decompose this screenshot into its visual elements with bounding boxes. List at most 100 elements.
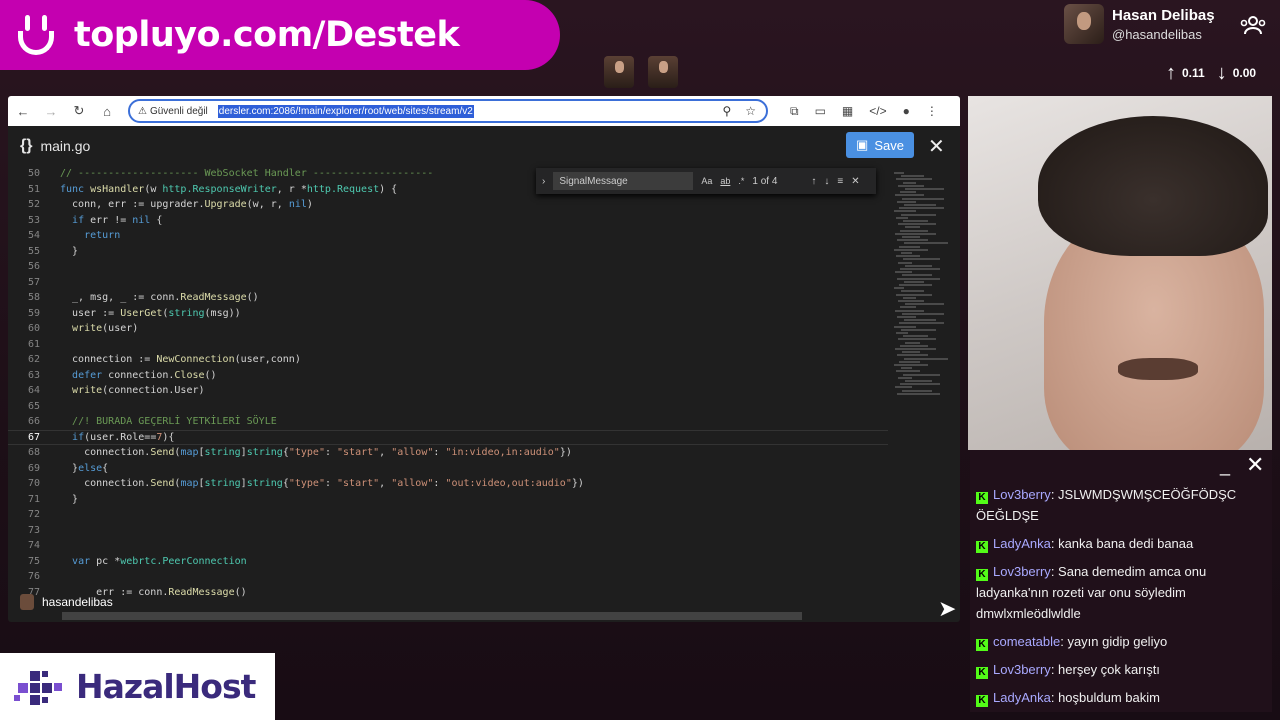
code-line[interactable]: 56 — [8, 259, 888, 275]
code-line[interactable]: 66 //! BURADA GEÇERLİ YETKİLERİ SÖYLE — [8, 414, 888, 430]
whole-word-toggle[interactable]: ab — [720, 176, 730, 186]
back-icon[interactable]: ← — [16, 104, 30, 119]
chat-panel: _ ✕ K Lov3berry: JSLWMDŞWMŞCEÖĞFÖDŞC ÖEĞL… — [970, 450, 1272, 712]
chat-username[interactable]: Lov3berry — [993, 662, 1051, 677]
code-line[interactable]: 67 if(user.Role==7){ — [8, 429, 888, 445]
close-chat-icon[interactable]: ✕ — [1246, 452, 1264, 478]
kick-badge-icon: K — [976, 569, 988, 581]
devtools-icon[interactable]: </> — [869, 104, 886, 119]
code-line[interactable]: 60 write(user) — [8, 321, 888, 337]
code-line[interactable]: 76 — [8, 569, 888, 585]
code-line[interactable]: 52 conn, err := upgrader.Upgrade(w, r, n… — [8, 197, 888, 213]
save-button[interactable]: ▣ Save — [846, 132, 914, 158]
chat-username[interactable]: comeatable — [993, 634, 1060, 649]
line-text: //! BURADA GEÇERLİ YETKİLERİ SÖYLE — [72, 416, 277, 428]
close-editor-icon[interactable]: ✕ — [928, 134, 945, 159]
next-match-icon[interactable]: ↓ — [824, 176, 829, 187]
code-line[interactable]: 77 err := conn.ReadMessage() — [8, 585, 888, 601]
bookmark-star-icon[interactable]: ☆ — [745, 104, 756, 118]
line-number: 72 — [27, 509, 40, 521]
chat-username[interactable]: Lov3berry — [993, 564, 1051, 579]
warning-icon: ⚠ — [138, 105, 147, 117]
code-line[interactable]: 53 if err != nil { — [8, 213, 888, 229]
streamer-label: hasandelibas — [20, 594, 113, 610]
line-number: 63 — [27, 369, 40, 381]
chat-message: Kcomeatable: yayın gidip geliyo — [970, 629, 1272, 657]
horizontal-scrollbar[interactable] — [62, 612, 802, 620]
code-line[interactable]: 57 — [8, 275, 888, 291]
security-indicator[interactable]: ⚠ Güvenli değil — [138, 106, 212, 117]
line-text: connection := NewConnection(user,conn) — [60, 354, 301, 366]
line-text: connection.Send(map[string]string{"type"… — [60, 447, 572, 459]
code-line[interactable]: 73 — [8, 523, 888, 539]
code-line[interactable]: 70 connection.Send(map[string]string{"ty… — [8, 476, 888, 492]
minimize-chat-icon[interactable]: _ — [1220, 456, 1230, 477]
download-arrow-icon: ↓ — [1216, 62, 1227, 84]
minimap-line — [894, 325, 916, 328]
chat-username[interactable]: LadyAnka — [993, 690, 1051, 705]
code-line[interactable]: 72 — [8, 507, 888, 523]
reload-icon[interactable]: ↻ — [72, 103, 86, 119]
kick-badge-icon: K — [976, 492, 988, 504]
account-icon[interactable]: ● — [903, 104, 910, 119]
code-line[interactable]: 55 } — [8, 244, 888, 260]
find-in-selection-icon[interactable]: ≡ — [837, 176, 843, 187]
zoom-icon[interactable]: ⚲ — [722, 104, 731, 118]
menu-icon[interactable]: ⋮ — [926, 104, 938, 119]
minimap-line — [901, 213, 936, 216]
line-number: 56 — [27, 261, 40, 273]
chat-username[interactable]: LadyAnka — [993, 536, 1051, 551]
minimap-line — [900, 383, 940, 386]
minimap-line — [898, 338, 936, 341]
browser-window: ← → ↻ ⌂ ⚠ Güvenli değil dersler.com:2086… — [8, 96, 960, 622]
minimap-line — [897, 200, 916, 203]
previous-match-icon[interactable]: ↑ — [811, 176, 816, 187]
code-line[interactable]: 58 _, msg, _ := conn.ReadMessage() — [8, 290, 888, 306]
code-editor[interactable]: 50 // -------------------- WebSocket Hand… — [8, 166, 888, 616]
match-case-toggle[interactable]: Aa — [701, 176, 712, 186]
close-find-icon[interactable]: ✕ — [851, 176, 859, 187]
expand-replace-icon[interactable]: › — [542, 176, 545, 187]
code-line[interactable]: 59 user := UserGet(string(msg)) — [8, 306, 888, 322]
chat-message: K Lov3berry: Sana demedim amca onu ladyan… — [976, 564, 1207, 621]
minimap-line — [897, 392, 940, 395]
code-line[interactable]: 65 — [8, 399, 888, 415]
avatar — [1064, 4, 1104, 44]
minimap-line — [901, 328, 936, 331]
url-text[interactable]: dersler.com:2086/!main/explorer/root/web… — [217, 104, 474, 118]
home-icon[interactable]: ⌂ — [100, 104, 114, 119]
chat-text: kanka bana dedi banaa — [1058, 536, 1194, 551]
code-line[interactable]: 64 write(connection.User) — [8, 383, 888, 399]
code-line[interactable]: 71 } — [8, 492, 888, 508]
sidebar-icon[interactable]: ▭ — [815, 104, 826, 119]
minimap-line — [896, 216, 908, 219]
code-line[interactable]: 68 connection.Send(map[string]string{"ty… — [8, 445, 888, 461]
code-line[interactable]: 61 — [8, 337, 888, 353]
code-line[interactable]: 62 connection := NewConnection(user,conn… — [8, 352, 888, 368]
hazalhost-mark-icon — [14, 670, 62, 705]
extensions-icon[interactable]: ⧉ — [790, 104, 799, 119]
code-line[interactable]: 54 return — [8, 228, 888, 244]
forward-icon[interactable]: → — [44, 104, 58, 119]
minimap-line — [895, 271, 912, 274]
address-bar[interactable]: ⚠ Güvenli değil dersler.com:2086/!main/e… — [128, 99, 768, 123]
code-line[interactable]: 69 }else{ — [8, 461, 888, 477]
minimap-line — [904, 280, 924, 283]
code-line[interactable]: 75 var pc *webrtc.PeerConnection — [8, 554, 888, 570]
chat-username[interactable]: Lov3berry — [993, 487, 1051, 502]
minimap-line — [895, 386, 912, 389]
line-number: 62 — [27, 354, 40, 366]
minimap-line — [901, 367, 912, 370]
code-line[interactable]: 63 defer connection.Close() — [8, 368, 888, 384]
find-input[interactable]: SignalMessage — [553, 172, 694, 190]
regex-toggle[interactable]: .* — [738, 176, 744, 186]
profile-name: Hasan Delibaş — [1112, 6, 1215, 24]
users-icon[interactable] — [1240, 14, 1266, 36]
minimap[interactable] — [890, 166, 950, 616]
chat-text: hoşbuldum bakim — [1058, 690, 1160, 705]
code-line[interactable]: 74 — [8, 538, 888, 554]
apps-icon[interactable]: ▦ — [842, 104, 853, 119]
line-number: 69 — [27, 462, 40, 474]
minimap-line — [901, 290, 924, 293]
line-text: write(connection.User) — [72, 385, 205, 397]
